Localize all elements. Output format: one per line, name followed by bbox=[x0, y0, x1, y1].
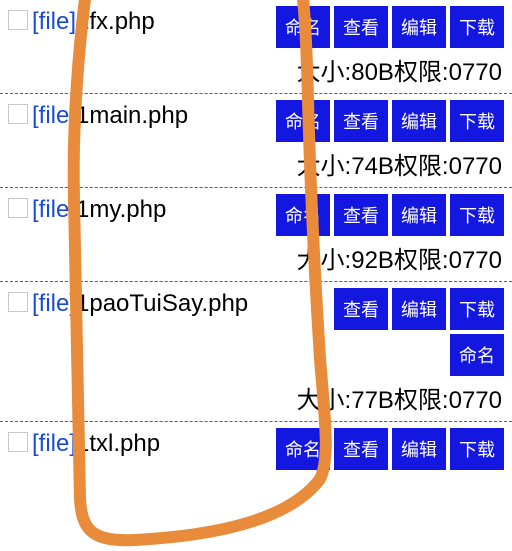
file-type-tag: [file] bbox=[32, 8, 76, 35]
size-label: 大小: bbox=[297, 387, 352, 414]
file-list: [file]1fx.php 命名 查看 编辑 下载 大小:80B权限:0770 … bbox=[0, 0, 512, 472]
file-row: [file]1main.php 命名 查看 编辑 下载 大小:74B权限:077… bbox=[0, 93, 512, 188]
file-name[interactable]: [file]1my.php bbox=[32, 192, 276, 225]
row-checkbox[interactable] bbox=[8, 198, 28, 218]
file-meta: 大小:80B权限:0770 bbox=[0, 50, 512, 93]
size-value: 77B bbox=[351, 387, 394, 414]
download-button[interactable]: 下载 bbox=[450, 6, 504, 48]
file-name[interactable]: [file]1paoTuiSay.php bbox=[32, 286, 324, 319]
size-value: 74B bbox=[351, 153, 394, 180]
row-checkbox[interactable] bbox=[8, 432, 28, 452]
rename-button[interactable]: 命名 bbox=[276, 428, 330, 470]
file-meta: 大小:74B权限:0770 bbox=[0, 144, 512, 187]
row-actions: 查看 编辑 下载 命名 bbox=[324, 286, 504, 378]
file-name-text: 1fx.php bbox=[76, 8, 155, 35]
row-actions: 命名 查看 编辑 下载 bbox=[276, 4, 504, 50]
row-checkbox[interactable] bbox=[8, 10, 28, 30]
rename-button[interactable]: 命名 bbox=[276, 194, 330, 236]
rename-button[interactable]: 命名 bbox=[450, 334, 504, 376]
file-name[interactable]: [file]1txl.php bbox=[32, 426, 276, 459]
row-checkbox[interactable] bbox=[8, 292, 28, 312]
file-meta: 大小:92B权限:0770 bbox=[0, 238, 512, 281]
size-label: 大小: bbox=[297, 59, 352, 86]
view-button[interactable]: 查看 bbox=[334, 194, 388, 236]
file-type-tag: [file] bbox=[32, 290, 76, 317]
edit-button[interactable]: 编辑 bbox=[392, 288, 446, 330]
perm-label: 权限: bbox=[394, 247, 449, 274]
file-row: [file]1fx.php 命名 查看 编辑 下载 大小:80B权限:0770 bbox=[0, 0, 512, 94]
perm-label: 权限: bbox=[394, 153, 449, 180]
file-name-text: 1my.php bbox=[76, 196, 166, 223]
rename-button[interactable]: 命名 bbox=[276, 6, 330, 48]
edit-button[interactable]: 编辑 bbox=[392, 6, 446, 48]
size-value: 80B bbox=[351, 59, 394, 86]
perm-value: 0770 bbox=[449, 247, 502, 274]
file-name-text: 1main.php bbox=[76, 102, 188, 129]
file-row: [file]1paoTuiSay.php 查看 编辑 下载 命名 大小:77B权… bbox=[0, 281, 512, 422]
row-checkbox[interactable] bbox=[8, 104, 28, 124]
file-row: [file]1txl.php 命名 查看 编辑 下载 bbox=[0, 421, 512, 472]
edit-button[interactable]: 编辑 bbox=[392, 428, 446, 470]
rename-button[interactable]: 命名 bbox=[276, 100, 330, 142]
edit-button[interactable]: 编辑 bbox=[392, 100, 446, 142]
file-row: [file]1my.php 命名 查看 编辑 下载 大小:92B权限:0770 bbox=[0, 187, 512, 282]
file-name-text: 1txl.php bbox=[76, 430, 160, 457]
download-button[interactable]: 下载 bbox=[450, 288, 504, 330]
perm-label: 权限: bbox=[394, 59, 449, 86]
view-button[interactable]: 查看 bbox=[334, 428, 388, 470]
row-actions: 命名 查看 编辑 下载 bbox=[276, 426, 504, 472]
file-name[interactable]: [file]1fx.php bbox=[32, 4, 276, 37]
file-type-tag: [file] bbox=[32, 102, 76, 129]
size-value: 92B bbox=[351, 247, 394, 274]
file-name-text: 1paoTuiSay.php bbox=[76, 290, 248, 317]
edit-button[interactable]: 编辑 bbox=[392, 194, 446, 236]
perm-value: 0770 bbox=[449, 59, 502, 86]
download-button[interactable]: 下载 bbox=[450, 100, 504, 142]
size-label: 大小: bbox=[297, 153, 352, 180]
view-button[interactable]: 查看 bbox=[334, 100, 388, 142]
row-actions: 命名 查看 编辑 下载 bbox=[276, 192, 504, 238]
download-button[interactable]: 下载 bbox=[450, 428, 504, 470]
row-actions: 命名 查看 编辑 下载 bbox=[276, 98, 504, 144]
perm-value: 0770 bbox=[449, 387, 502, 414]
download-button[interactable]: 下载 bbox=[450, 194, 504, 236]
file-type-tag: [file] bbox=[32, 430, 76, 457]
file-meta: 大小:77B权限:0770 bbox=[0, 378, 512, 421]
perm-value: 0770 bbox=[449, 153, 502, 180]
file-type-tag: [file] bbox=[32, 196, 76, 223]
file-name[interactable]: [file]1main.php bbox=[32, 98, 276, 131]
size-label: 大小: bbox=[297, 247, 352, 274]
perm-label: 权限: bbox=[394, 387, 449, 414]
view-button[interactable]: 查看 bbox=[334, 288, 388, 330]
view-button[interactable]: 查看 bbox=[334, 6, 388, 48]
